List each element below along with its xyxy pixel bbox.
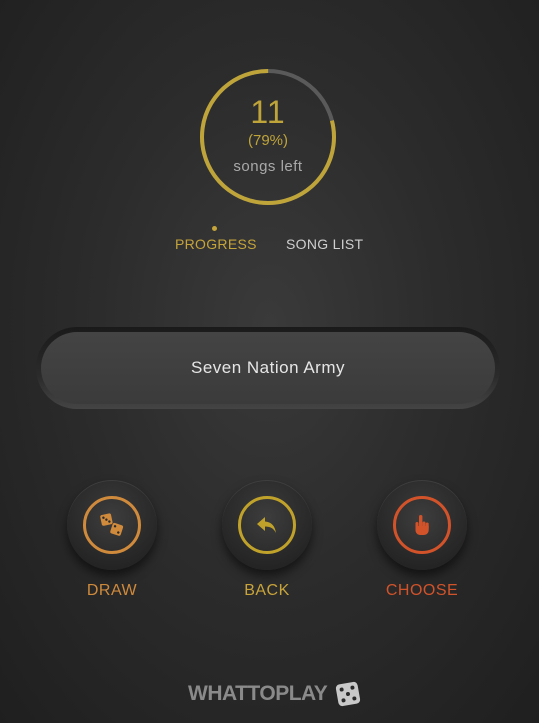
choose-action: CHOOSE bbox=[377, 480, 467, 600]
tab-progress[interactable]: PROGRESS bbox=[175, 236, 257, 252]
songs-left-count: 11 bbox=[250, 94, 286, 130]
choose-button-ring bbox=[393, 496, 451, 554]
songs-left-percent: (79%) bbox=[247, 132, 288, 149]
logo-wordmark: WHATTOPLAY bbox=[188, 682, 328, 705]
active-tab-indicator bbox=[212, 226, 217, 231]
songs-left-caption: songs left bbox=[233, 158, 303, 175]
tab-song-list[interactable]: SONG LIST bbox=[286, 236, 363, 252]
current-song-display: Seven Nation Army bbox=[36, 327, 500, 409]
back-button[interactable] bbox=[222, 480, 312, 570]
dice-icon bbox=[336, 681, 361, 707]
view-tabs: PROGRESS SONG LIST bbox=[0, 224, 539, 260]
progress-ring: 11 (79%) songs left bbox=[197, 66, 339, 208]
dice-icon bbox=[100, 513, 124, 536]
draw-button[interactable] bbox=[67, 480, 157, 570]
choose-button[interactable] bbox=[377, 480, 467, 570]
draw-action: DRAW bbox=[67, 480, 157, 600]
current-song-title: Seven Nation Army bbox=[41, 332, 495, 404]
back-button-ring bbox=[238, 496, 296, 554]
draw-button-ring bbox=[83, 496, 141, 554]
app-logo: WHATTOPLAY bbox=[188, 677, 361, 711]
choose-label: CHOOSE bbox=[385, 582, 459, 599]
back-label: BACK bbox=[244, 582, 290, 599]
back-action: BACK bbox=[222, 480, 312, 600]
pointing-hand-icon bbox=[415, 515, 429, 535]
draw-label: DRAW bbox=[86, 582, 138, 599]
undo-arrow-icon bbox=[257, 517, 276, 533]
